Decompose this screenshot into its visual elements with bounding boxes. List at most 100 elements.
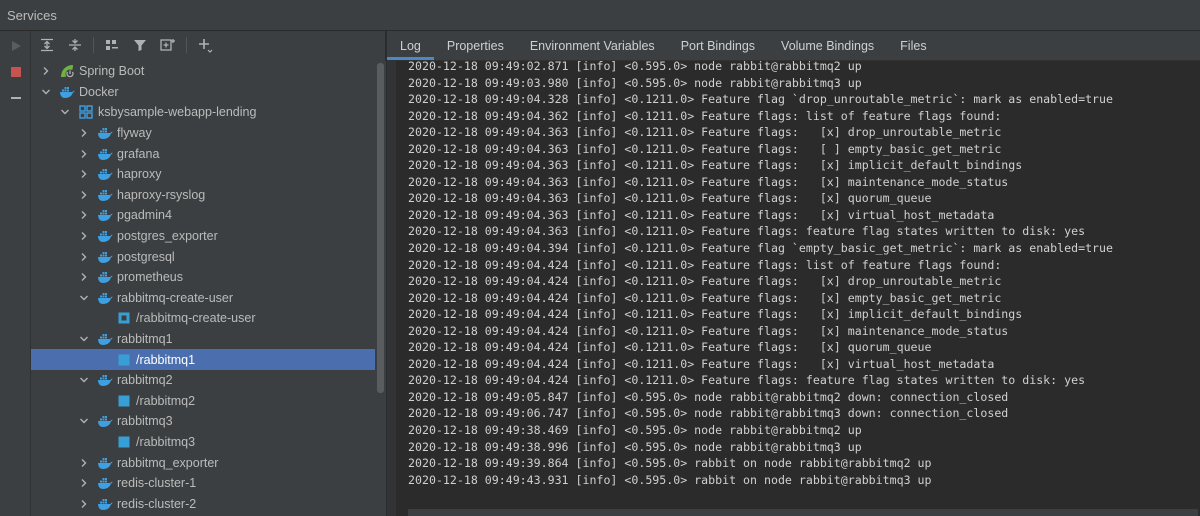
run-icon[interactable]: [0, 34, 31, 58]
chevron-down-icon[interactable]: [39, 85, 53, 99]
tree-item[interactable]: haproxy: [31, 164, 375, 185]
stop-icon[interactable]: [0, 60, 31, 84]
minimize-icon[interactable]: [0, 86, 31, 110]
chevron-right-icon[interactable]: [77, 250, 91, 264]
chevron-right-icon[interactable]: [77, 229, 91, 243]
docker-icon: [97, 331, 113, 347]
tab-environment-variables[interactable]: Environment Variables: [517, 31, 668, 60]
tree-item[interactable]: rabbitmq-create-user: [31, 288, 375, 309]
tree-item[interactable]: rabbitmq3: [31, 411, 375, 432]
chevron-right-icon[interactable]: [77, 270, 91, 284]
tree-item[interactable]: Docker: [31, 82, 375, 103]
log-line: 2020-12-18 09:49:04.424 [info] <0.1211.0…: [408, 340, 932, 355]
tree-item[interactable]: rabbitmq_exporter: [31, 452, 375, 473]
docker-icon: [59, 84, 75, 100]
group-by-icon[interactable]: [100, 33, 124, 57]
chevron-down-icon[interactable]: [77, 291, 91, 305]
tree-item[interactable]: Spring Boot: [31, 61, 375, 82]
filter-icon[interactable]: [128, 33, 152, 57]
docker-icon: [97, 413, 113, 429]
chevron-down-icon[interactable]: [77, 414, 91, 428]
log-line: 2020-12-18 09:49:04.424 [info] <0.1211.0…: [408, 356, 995, 371]
log-line: 2020-12-18 09:49:04.363 [info] <0.1211.0…: [408, 191, 932, 206]
docker-icon: [97, 166, 113, 182]
chevron-right-icon[interactable]: [77, 126, 91, 140]
details-tabs: Log Properties Environment Variables Port B…: [387, 31, 1200, 61]
chevron-right-icon[interactable]: [77, 456, 91, 470]
log-line: 2020-12-18 09:49:04.424 [info] <0.1211.0…: [408, 274, 1002, 289]
log-line: 2020-12-18 09:49:04.328 [info] <0.1211.0…: [408, 92, 1113, 107]
spring-boot-icon: [59, 63, 75, 79]
docker-icon: [97, 249, 113, 265]
tree-item[interactable]: flyway: [31, 123, 375, 144]
chevron-right-icon[interactable]: [77, 188, 91, 202]
chevron-right-icon[interactable]: [77, 476, 91, 490]
tree-item-label: rabbitmq-create-user: [117, 290, 234, 305]
tab-port-bindings[interactable]: Port Bindings: [668, 31, 768, 60]
log-line: 2020-12-18 09:49:03.980 [info] <0.595.0>…: [408, 75, 862, 90]
tree-item-label: rabbitmq_exporter: [117, 455, 219, 470]
tree-item[interactable]: /rabbitmq3: [31, 432, 375, 453]
log-horizontal-scrollbar[interactable]: [408, 509, 1198, 516]
container-icon: [116, 393, 132, 409]
tab-properties[interactable]: Properties: [434, 31, 517, 60]
details-panel: Log Properties Environment Variables Port B…: [387, 31, 1200, 516]
chevron-right-icon[interactable]: [77, 208, 91, 222]
new-tab-icon[interactable]: [156, 33, 180, 57]
tree-item[interactable]: /rabbitmq-create-user: [31, 308, 375, 329]
tree-item-label: redis-cluster-1: [117, 476, 197, 491]
log-line: 2020-12-18 09:49:38.996 [info] <0.595.0>…: [408, 439, 862, 454]
log-line: 2020-12-18 09:49:04.363 [info] <0.1211.0…: [408, 224, 1086, 239]
tree-item-label: ksbysample-webapp-lending: [98, 105, 257, 120]
collapse-all-icon[interactable]: [63, 33, 87, 57]
tree-item[interactable]: rabbitmq1: [31, 329, 375, 350]
log-line: 2020-12-18 09:49:38.469 [info] <0.595.0>…: [408, 423, 862, 438]
tree-item[interactable]: postgres_exporter: [31, 226, 375, 247]
tree-item[interactable]: postgresql: [31, 246, 375, 267]
tree-item-label: haproxy-rsyslog: [117, 187, 206, 202]
tree-scrollbar-thumb[interactable]: [377, 63, 384, 393]
chevron-right-icon[interactable]: [77, 167, 91, 181]
tree-item-label: /rabbitmq3: [136, 435, 196, 450]
tree-item[interactable]: pgadmin4: [31, 205, 375, 226]
toolbar-separator: [186, 37, 187, 53]
tree-item[interactable]: redis-cluster-1: [31, 473, 375, 494]
chevron-down-icon[interactable]: [77, 373, 91, 387]
log-line: 2020-12-18 09:49:04.363 [info] <0.1211.0…: [408, 141, 1002, 156]
tree-item[interactable]: grafana: [31, 143, 375, 164]
expand-all-icon[interactable]: [35, 33, 59, 57]
services-tree-panel: Spring Boot Docker ksbysample-webapp-lendi…: [31, 31, 386, 516]
tree-item-label: Docker: [79, 84, 119, 99]
log-line: 2020-12-18 09:49:04.424 [info] <0.1211.0…: [408, 307, 1023, 322]
chevron-right-icon[interactable]: [77, 497, 91, 511]
tree-item[interactable]: haproxy-rsyslog: [31, 185, 375, 206]
tree-scrollbar[interactable]: [375, 61, 386, 516]
tree-item[interactable]: /rabbitmq1: [31, 349, 375, 370]
container-icon: [116, 310, 132, 326]
tool-window-title: Services: [7, 7, 57, 23]
tree-item[interactable]: rabbitmq2: [31, 370, 375, 391]
chevron-down-icon[interactable]: [58, 105, 72, 119]
docker-icon: [97, 125, 113, 141]
tree-item-label: postgres_exporter: [117, 229, 218, 244]
tree-item[interactable]: /rabbitmq2: [31, 391, 375, 412]
tree-item[interactable]: ksbysample-webapp-lending: [31, 102, 375, 123]
chevron-down-icon[interactable]: [77, 332, 91, 346]
log-line: 2020-12-18 09:49:04.424 [info] <0.1211.0…: [408, 257, 1002, 272]
tree-item[interactable]: prometheus: [31, 267, 375, 288]
log-line: 2020-12-18 09:49:39.864 [info] <0.595.0>…: [408, 456, 932, 471]
tree-item-label: grafana: [117, 146, 160, 161]
log-console[interactable]: 2020-12-18 09:49:02.871 [info] <0.595.0>…: [387, 61, 1200, 516]
log-line: 2020-12-18 09:49:04.363 [info] <0.1211.0…: [408, 125, 1002, 140]
tab-log[interactable]: Log: [387, 31, 434, 60]
docker-icon: [97, 290, 113, 306]
add-service-icon[interactable]: [193, 33, 217, 57]
chevron-right-icon[interactable]: [39, 64, 53, 78]
container-icon: [116, 434, 132, 450]
tab-files[interactable]: Files: [887, 31, 939, 60]
tree-item[interactable]: redis-cluster-2: [31, 494, 375, 515]
tree-item-label: /rabbitmq-create-user: [136, 311, 256, 326]
log-line: 2020-12-18 09:49:04.394 [info] <0.1211.0…: [408, 241, 1113, 256]
tab-volume-bindings[interactable]: Volume Bindings: [768, 31, 887, 60]
chevron-right-icon[interactable]: [77, 147, 91, 161]
